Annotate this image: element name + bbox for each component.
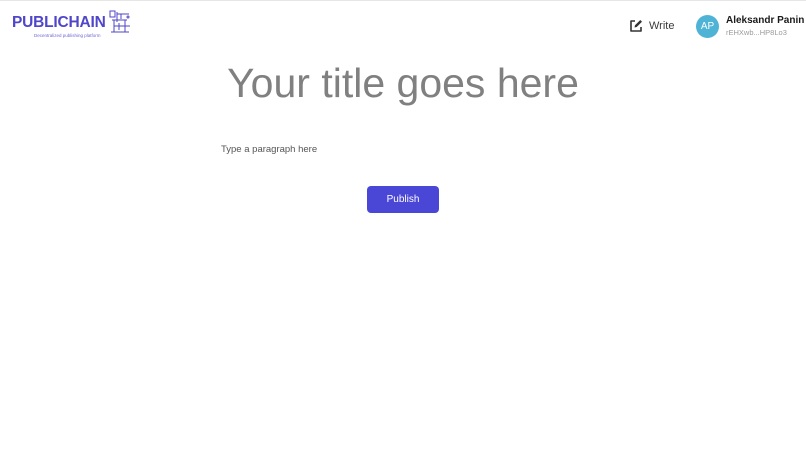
paragraph-input[interactable]	[221, 141, 601, 157]
edit-icon	[630, 20, 642, 32]
write-label: Write	[649, 20, 675, 32]
publichain-mark-icon	[109, 10, 130, 33]
title-input[interactable]	[150, 56, 656, 110]
user-name[interactable]: Aleksandr Panin	[726, 15, 804, 26]
publish-button[interactable]: Publish	[367, 186, 439, 213]
avatar[interactable]: AP	[696, 15, 719, 38]
user-wallet-address: rEHXwb...HP8Lo3	[726, 28, 787, 37]
brand-logo[interactable]: PUBLICHAIN Decentralized publishing plat…	[12, 10, 134, 42]
top-divider	[0, 0, 806, 1]
brand-tagline: Decentralized publishing platform	[34, 33, 101, 38]
write-button[interactable]: Write	[629, 17, 674, 35]
brand-name: PUBLICHAIN	[12, 14, 106, 31]
